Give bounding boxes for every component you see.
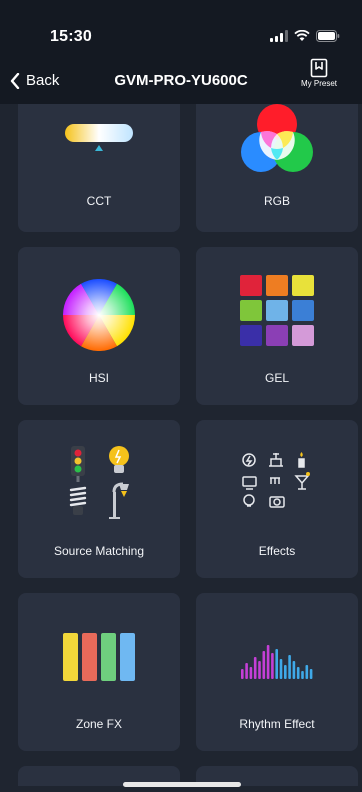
spectrum-bar xyxy=(296,667,300,679)
spectrum-bar xyxy=(284,665,287,679)
battery-icon xyxy=(316,30,340,42)
mode-card-rgb[interactable]: RGB xyxy=(196,104,358,232)
mode-label-hsi: HSI xyxy=(88,371,109,385)
home-indicator xyxy=(123,782,241,787)
spectrum-bar xyxy=(241,669,244,679)
status-bar: 15:30 xyxy=(0,0,362,50)
mode-card-effects[interactable]: Effects xyxy=(196,420,358,578)
effects-icon-grid xyxy=(242,452,310,508)
status-time: 15:30 xyxy=(50,28,92,45)
spectrum-bar xyxy=(266,645,270,679)
rgb-circles-icon xyxy=(241,104,313,172)
bookmark-icon xyxy=(310,58,328,78)
mode-card-hsi[interactable]: HSI xyxy=(18,247,180,405)
mode-label-source-matching: Source Matching xyxy=(53,544,145,558)
spectrum-bar xyxy=(245,663,248,679)
light-sources-icon xyxy=(69,446,129,519)
mode-label-gel: GEL xyxy=(264,371,289,385)
gel-swatch-grid-icon xyxy=(240,275,314,346)
spectrum-bar xyxy=(279,659,283,679)
my-preset-button[interactable]: My Preset xyxy=(290,58,348,88)
spectrum-bar xyxy=(253,657,257,679)
mode-label-cct: CCT xyxy=(86,194,112,208)
mode-card-rhythm-effect[interactable]: Rhythm Effect xyxy=(196,593,358,751)
spectrum-bar xyxy=(288,655,291,679)
my-preset-label: My Preset xyxy=(300,79,337,88)
spectrum-bar xyxy=(301,671,304,679)
spectrum-bar xyxy=(262,651,266,679)
hsi-color-wheel-icon xyxy=(63,279,135,351)
mode-label-effects: Effects xyxy=(258,544,296,558)
spectrum-bar xyxy=(275,649,278,679)
spectrum-bar xyxy=(292,661,296,679)
mode-card-zone-fx[interactable]: Zone FX xyxy=(18,593,180,751)
mode-card-source-matching[interactable]: Source Matching xyxy=(18,420,180,578)
spectrum-bar xyxy=(249,667,253,679)
mode-label-rgb: RGB xyxy=(263,194,290,208)
nav-bar: Back GVM-PRO-YU600C My Preset xyxy=(0,50,362,104)
audio-spectrum-icon xyxy=(241,645,313,679)
mode-label-zone-fx: Zone FX xyxy=(75,717,123,731)
signal-icon xyxy=(270,30,288,42)
cct-slider-icon xyxy=(65,124,133,151)
mode-card-gel[interactable]: GEL xyxy=(196,247,358,405)
mode-card-cct[interactable]: CCT xyxy=(18,104,180,232)
status-icons xyxy=(270,30,340,42)
zone-fx-bars-icon xyxy=(63,633,135,681)
wifi-icon xyxy=(294,30,310,41)
spectrum-bar xyxy=(271,653,274,679)
mode-label-rhythm-effect: Rhythm Effect xyxy=(239,717,315,731)
spectrum-bar xyxy=(258,661,261,679)
spectrum-bar xyxy=(305,665,309,679)
spectrum-bar xyxy=(309,669,313,679)
